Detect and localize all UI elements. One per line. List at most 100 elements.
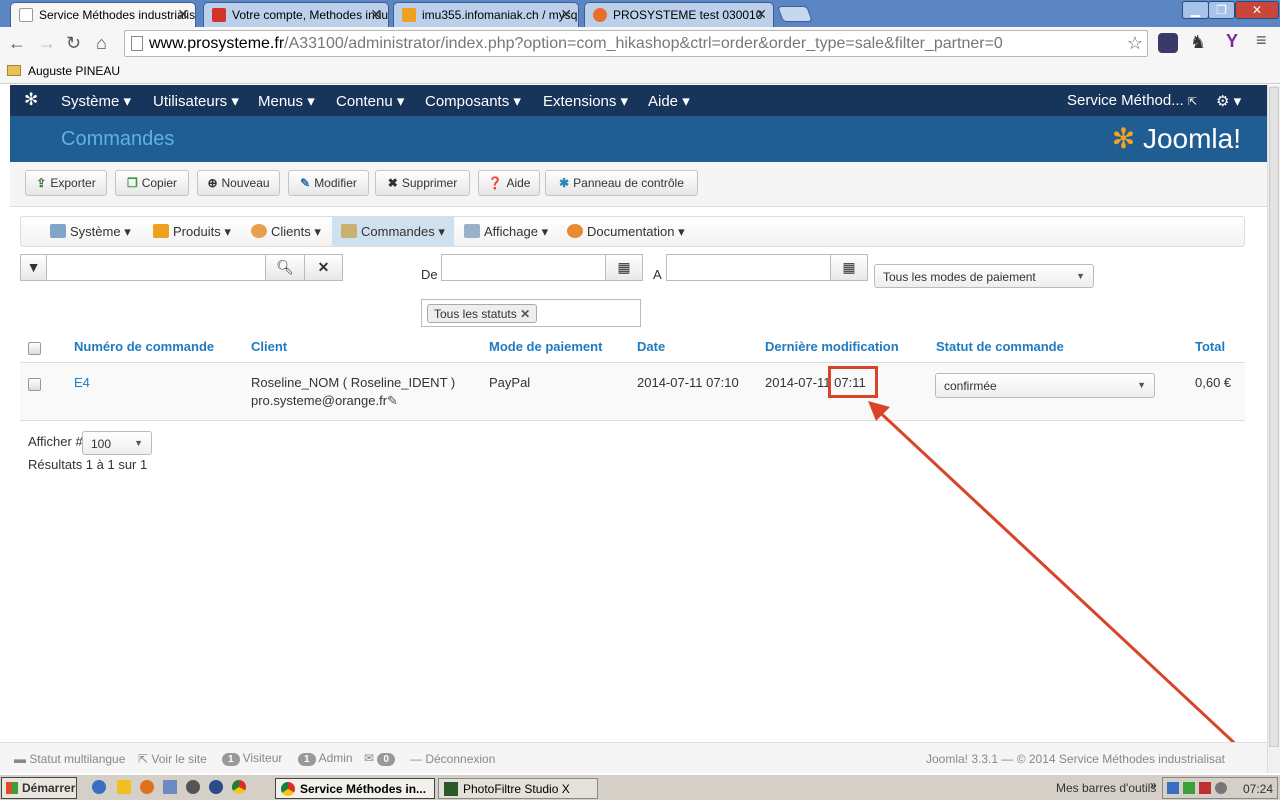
edit-button[interactable]: ✎ Modifier	[288, 170, 369, 196]
browser-tab[interactable]: Votre compte, Methodes indu ✕	[203, 2, 389, 27]
chrome-icon[interactable]	[232, 780, 246, 794]
submenu-documentation[interactable]: Documentation ▾	[567, 217, 692, 246]
tray-icon[interactable]	[1183, 782, 1195, 794]
row-checkbox[interactable]	[28, 378, 41, 391]
remove-tag-icon[interactable]: ✕	[520, 307, 530, 321]
date-from-input[interactable]	[441, 254, 606, 281]
back-icon[interactable]: ←	[8, 33, 26, 54]
search-button[interactable]: 🔍︎	[265, 254, 305, 281]
calendar-icon[interactable]: ▦	[605, 254, 643, 281]
quicklaunch-icon[interactable]	[92, 780, 106, 794]
column-header-total[interactable]: Total	[1195, 339, 1225, 354]
delete-button[interactable]: ✖ Supprimer	[375, 170, 470, 196]
media-player-icon[interactable]	[209, 780, 223, 794]
menu-icon[interactable]: ≡	[1256, 30, 1267, 51]
visitors-status[interactable]: 1 Visiteur	[222, 751, 282, 766]
close-tab-icon[interactable]: ✕	[755, 6, 767, 23]
address-bar[interactable]: www.prosysteme.fr/A33100/administrator/i…	[124, 30, 1148, 57]
menu-help[interactable]: Aide ▾	[648, 92, 690, 110]
tray-icon[interactable]	[1199, 782, 1211, 794]
bookmark-item[interactable]: Auguste PINEAU	[28, 64, 120, 78]
copy-button[interactable]: ❐ Copier	[115, 170, 189, 196]
column-header-last-modified[interactable]: Dernière modification	[765, 339, 899, 354]
annotation-arrow-line	[870, 403, 1260, 767]
scrollbar-thumb[interactable]	[1269, 87, 1279, 747]
column-header-payment[interactable]: Mode de paiement	[489, 339, 602, 354]
search-input[interactable]	[46, 254, 266, 281]
menu-extensions[interactable]: Extensions ▾	[543, 92, 628, 110]
new-button[interactable]: ⊕ Nouveau	[197, 170, 280, 196]
vertical-scrollbar[interactable]	[1267, 85, 1280, 773]
view-site-link[interactable]: ⇱ Voir le site	[138, 752, 207, 766]
maximize-button[interactable]: ❐	[1208, 1, 1235, 19]
browser-toolbar: ← → ↻ ⌂ www.prosysteme.fr/A33100/adminis…	[0, 27, 1280, 60]
minimize-button[interactable]: ▁	[1182, 1, 1209, 19]
status-filter-input[interactable]: Tous les statuts ✕	[421, 299, 641, 327]
browser-tab-active[interactable]: Service Méthodes industrialis ✕	[10, 2, 196, 28]
page-icon	[131, 36, 143, 51]
browser-tab[interactable]: PROSYSTEME test 030010 ✕	[584, 2, 774, 27]
forward-icon[interactable]: →	[38, 33, 56, 54]
menu-users[interactable]: Utilisateurs ▾	[153, 92, 239, 110]
client-name: Roseline_NOM ( Roseline_IDENT )	[251, 375, 456, 390]
firefox-icon[interactable]	[140, 780, 154, 794]
control-panel-button[interactable]: ✱ Panneau de contrôle	[545, 170, 698, 196]
submenu-clients[interactable]: Clients ▾	[251, 217, 327, 246]
logout-link[interactable]: — Déconnexion	[410, 752, 495, 766]
help-button[interactable]: ❓ Aide	[478, 170, 540, 196]
tray-icon[interactable]	[1167, 782, 1179, 794]
quicklaunch-icon[interactable]	[163, 780, 177, 794]
browser-tab[interactable]: imu355.infomaniak.ch / mysq ✕	[393, 2, 579, 27]
filter-icon[interactable]: ▼	[20, 254, 47, 281]
home-icon[interactable]: ⌂	[96, 33, 107, 54]
close-window-button[interactable]: ✕	[1235, 1, 1279, 19]
reload-icon[interactable]: ↻	[66, 33, 81, 54]
calendar-icon[interactable]: ▦	[830, 254, 868, 281]
submenu-products[interactable]: Produits ▾	[153, 217, 239, 246]
tray-icon[interactable]	[1215, 782, 1227, 794]
quicklaunch-icon[interactable]	[117, 780, 131, 794]
taskbar-item-photofiltre[interactable]: PhotoFiltre Studio X	[438, 778, 598, 799]
toolbars-label[interactable]: Mes barres d'outils	[1056, 781, 1156, 795]
payment-mode-select[interactable]: Tous les modes de paiement ▼	[874, 264, 1094, 288]
joomla-icon[interactable]: ✻	[24, 90, 38, 110]
edit-icon[interactable]: ✎	[387, 393, 398, 408]
extension-icon[interactable]	[1158, 33, 1178, 53]
new-tab-button[interactable]	[777, 6, 813, 22]
submenu-system[interactable]: Système ▾	[50, 217, 136, 246]
close-icon: ✕	[317, 259, 330, 275]
page-size-select[interactable]: 100 ▼	[82, 431, 152, 455]
settings-gear-icon[interactable]: ⚙ ▾	[1216, 92, 1241, 110]
menu-content[interactable]: Contenu ▾	[336, 92, 404, 110]
multilang-status[interactable]: ▬ Statut multilangue	[14, 752, 125, 766]
close-tab-icon[interactable]: ✕	[370, 6, 382, 23]
date-to-input[interactable]	[666, 254, 831, 281]
column-header-client[interactable]: Client	[251, 339, 287, 354]
menu-system[interactable]: Système ▾	[61, 92, 131, 110]
submenu-display[interactable]: Affichage ▾	[464, 217, 554, 246]
column-header-order-number[interactable]: Numéro de commande	[74, 339, 214, 354]
column-header-date[interactable]: Date	[637, 339, 665, 354]
submenu-orders[interactable]: Commandes ▾	[332, 217, 454, 246]
close-tab-icon[interactable]: ✕	[177, 6, 189, 23]
extension-icon[interactable]: ♞	[1190, 32, 1206, 53]
export-button[interactable]: ⇪ Exporter	[25, 170, 107, 196]
menu-components[interactable]: Composants ▾	[425, 92, 521, 110]
yahoo-icon[interactable]: Y	[1226, 31, 1238, 52]
bookmark-star-icon[interactable]: ☆	[1127, 33, 1143, 54]
order-number-link[interactable]: E4	[74, 375, 90, 390]
export-icon: ⇪	[36, 176, 47, 190]
messages-status[interactable]: ✉ 0	[364, 751, 398, 766]
start-button[interactable]: Démarrer	[1, 777, 77, 799]
quicklaunch-icon[interactable]	[186, 780, 200, 794]
clear-button[interactable]: ✕	[304, 254, 343, 281]
menu-menus[interactable]: Menus ▾	[258, 92, 315, 110]
site-link[interactable]: Service Méthod... ⇱	[1067, 92, 1197, 109]
clock[interactable]: 07:24	[1243, 782, 1273, 796]
admins-status[interactable]: 1 Admin	[298, 751, 353, 766]
taskbar-item-browser[interactable]: Service Méthodes in...	[275, 778, 435, 799]
select-all-checkbox[interactable]	[28, 342, 41, 355]
close-tab-icon[interactable]: ✕	[560, 6, 572, 23]
column-header-status[interactable]: Statut de commande	[936, 339, 1064, 354]
expand-toolbars-icon[interactable]: »	[1150, 778, 1157, 792]
